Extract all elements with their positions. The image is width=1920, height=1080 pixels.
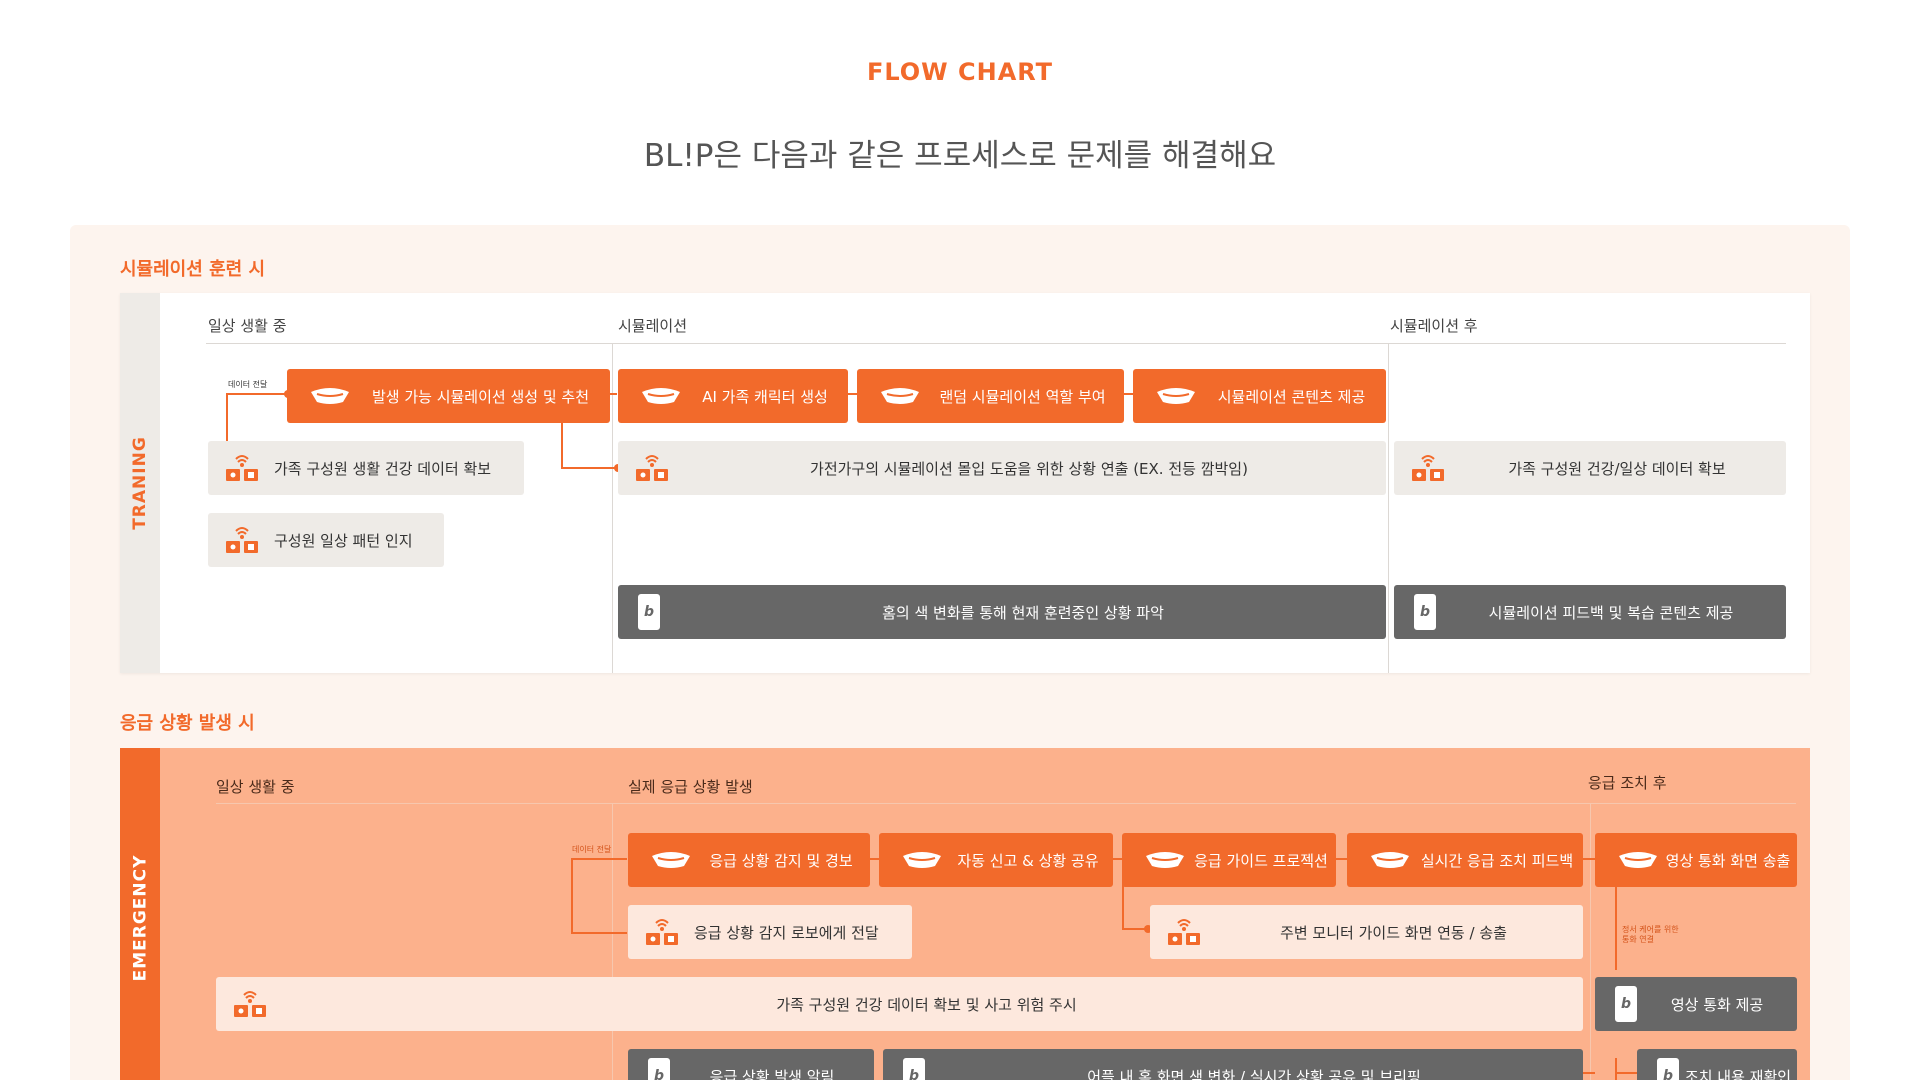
- phone-app-icon: b: [1414, 594, 1436, 630]
- robot-icon: [309, 386, 351, 406]
- connector-line: [561, 421, 563, 469]
- flow-step-realtime-feedback: 실시간 응급 조치 피드백: [1347, 833, 1583, 887]
- smart-device-icon: [1164, 915, 1204, 949]
- connector-line: [870, 858, 879, 860]
- flow-step-auto-report: 자동 신고 & 상황 공유: [879, 833, 1113, 887]
- connector-line: [609, 393, 617, 395]
- robot-icon: [1155, 386, 1197, 406]
- flow-step-monitor-guide: 주변 모니터 가이드 화면 연동 / 송출: [1150, 905, 1583, 959]
- phone-app-icon: b: [1657, 1058, 1679, 1080]
- col-label-after: 시뮬레이션 후: [1390, 317, 1478, 335]
- smart-device-icon: [632, 451, 672, 485]
- robot-icon: [640, 386, 682, 406]
- connector-line: [571, 932, 627, 934]
- connector-line: [848, 393, 857, 395]
- connector-line: [226, 393, 288, 395]
- connector-line: [571, 858, 573, 934]
- robot-icon: [650, 850, 692, 870]
- col-label-daily: 일상 생활 중: [216, 778, 295, 796]
- flow-chart-page: FLOW CHART BL!P은 다음과 같은 프로세스로 문제를 해결해요 시…: [0, 0, 1920, 1080]
- flow-step-ai-family: AI 가족 캐릭터 생성: [618, 369, 848, 423]
- training-side-label: TRANING: [120, 293, 160, 673]
- connector-line: [571, 858, 627, 860]
- training-section-title: 시뮬레이션 훈련 시: [120, 259, 266, 280]
- flow-step-emergency-alert: b 응급 상황 발생 알림: [628, 1049, 874, 1080]
- emergency-section-title: 응급 상황 발생 시: [120, 713, 255, 734]
- flow-step-after-data: 가족 구성원 건강/일상 데이터 확보: [1394, 441, 1786, 495]
- emergency-side-label: EMERGENCY: [120, 748, 160, 1080]
- emergency-lane: EMERGENCY 일상 생활 중 실제 응급 상황 발생 응급 조치 후 데이…: [120, 748, 1810, 1080]
- smart-device-icon: [642, 915, 682, 949]
- data-transfer-note: 데이터 전달: [228, 380, 268, 389]
- robot-icon: [879, 386, 921, 406]
- flow-step-detect-alarm: 응급 상황 감지 및 경보: [628, 833, 870, 887]
- smart-device-icon: [222, 523, 262, 557]
- flow-step-generate-simulation: 발생 가능 시뮬레이션 생성 및 추천: [287, 369, 610, 423]
- col-label-after-aid: 응급 조치 후: [1588, 774, 1667, 792]
- col-label-daily: 일상 생활 중: [208, 317, 287, 335]
- smart-device-icon: [222, 451, 262, 485]
- connector-line: [1615, 1058, 1617, 1080]
- flow-step-video-call: b 영상 통화 제공: [1595, 977, 1797, 1031]
- smart-device-icon: [230, 987, 270, 1021]
- connector-line: [1113, 858, 1122, 860]
- flow-step-random-role: 랜덤 시뮬레이션 역할 부여: [857, 369, 1124, 423]
- connector-line: [1615, 880, 1617, 970]
- column-divider: [1388, 343, 1389, 673]
- flow-step-monitor-risk: 가족 구성원 건강 데이터 확보 및 사고 위험 주시: [216, 977, 1583, 1031]
- flow-step-health-data: 가족 구성원 생활 건강 데이터 확보: [208, 441, 524, 495]
- flow-step-appliance-effects: 가전가구의 시뮬레이션 몰입 도움을 위한 상황 연출 (EX. 전등 깜박임): [618, 441, 1386, 495]
- col-label-emergency: 실제 응급 상황 발생: [628, 778, 753, 796]
- header-divider: [216, 803, 1796, 804]
- connector-line: [1615, 1072, 1637, 1074]
- robot-icon: [1617, 850, 1659, 870]
- column-divider: [1590, 803, 1591, 1080]
- robot-icon: [1144, 850, 1186, 870]
- robot-icon: [901, 850, 943, 870]
- connector-line: [1336, 858, 1347, 860]
- flow-step-feedback: b 시뮬레이션 피드백 및 복습 콘텐츠 제공: [1394, 585, 1786, 639]
- phone-app-icon: b: [648, 1058, 670, 1080]
- header-divider: [206, 343, 1786, 344]
- robot-icon: [1369, 850, 1411, 870]
- phone-app-icon: b: [903, 1058, 925, 1080]
- eyebrow-label: FLOW CHART: [866, 58, 1054, 86]
- phone-app-icon: b: [1615, 986, 1637, 1022]
- flow-step-app-briefing: b 어플 내 홈 화면 색 변화 / 실시간 상황 공유 및 브리핑: [883, 1049, 1583, 1080]
- smart-device-icon: [1408, 451, 1448, 485]
- connector-line: [1583, 858, 1595, 860]
- flow-step-home-color: b 홈의 색 변화를 통해 현재 훈련중인 상황 파악: [618, 585, 1386, 639]
- flow-step-guide-projection: 응급 가이드 프로젝션: [1122, 833, 1336, 887]
- training-lane: TRANING 일상 생활 중 시뮬레이션 시뮬레이션 후 데이터 전달 발생 …: [120, 293, 1810, 673]
- connector-line: [561, 467, 619, 469]
- flow-step-daily-pattern: 구성원 일상 패턴 인지: [208, 513, 444, 567]
- data-transfer-note: 데이터 전달: [572, 845, 612, 854]
- col-label-simulation: 시뮬레이션: [618, 317, 688, 335]
- flow-step-recheck: b 조치 내용 재확인: [1637, 1049, 1797, 1080]
- flow-step-deliver-to-robot: 응급 상황 감지 로보에게 전달: [628, 905, 912, 959]
- column-divider: [612, 803, 613, 1080]
- connector-line: [1122, 880, 1124, 930]
- flow-step-content: 시뮬레이션 콘텐츠 제공: [1133, 369, 1386, 423]
- connector-line: [1124, 393, 1133, 395]
- call-note-line-2: 통화 연결: [1622, 935, 1654, 944]
- page-title: BL!P은 다음과 같은 프로세스로 문제를 해결해요: [643, 138, 1277, 174]
- connector-line: [1583, 1072, 1595, 1074]
- phone-app-icon: b: [638, 594, 660, 630]
- flow-step-video-screen: 영상 통화 화면 송출: [1595, 833, 1797, 887]
